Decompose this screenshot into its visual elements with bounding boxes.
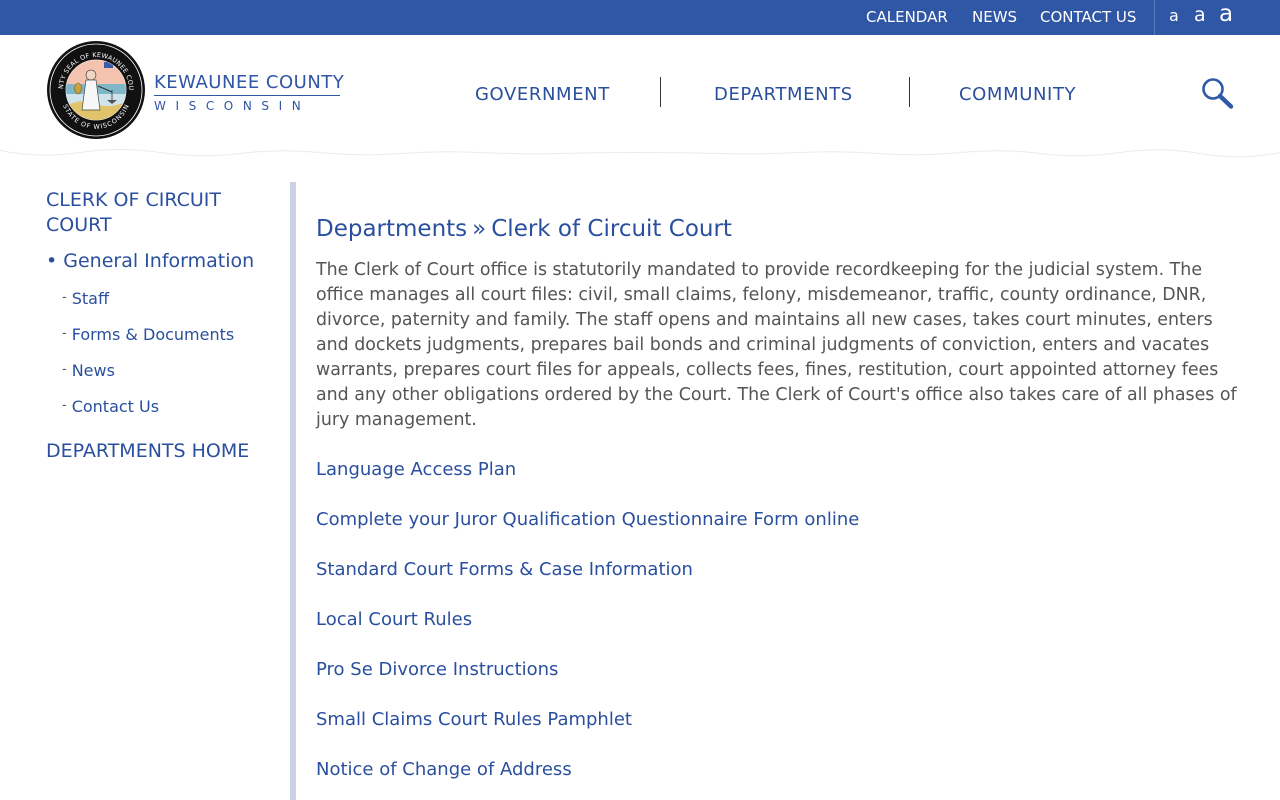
font-size-small-button[interactable]: a (1169, 8, 1179, 24)
brand-name: KEWAUNEE COUNTY (154, 72, 345, 93)
juror-questionnaire-link[interactable]: Complete your Juror Qualification Questi… (316, 508, 859, 532)
breadcrumb: Departments» Clerk of Circuit Court (316, 215, 732, 243)
search-button[interactable] (1200, 77, 1234, 109)
sidebar-item-contact-us[interactable]: - Contact Us (62, 396, 159, 417)
contact-us-link[interactable]: CONTACT US (1040, 8, 1136, 26)
site-brand-link[interactable]: KEWAUNEE COUNTY WISCONSIN (154, 73, 344, 113)
utility-divider (1154, 0, 1155, 35)
nav-divider (660, 77, 661, 107)
sidebar-item-label: General Information (63, 250, 255, 272)
sidebar-item-news[interactable]: - News (62, 360, 115, 381)
nav-government[interactable]: GOVERNMENT (475, 85, 610, 105)
pro-se-divorce-link[interactable]: Pro Se Divorce Instructions (316, 658, 558, 682)
sidebar-item-forms-documents[interactable]: - Forms & Documents (62, 324, 234, 345)
font-size-large-button[interactable]: a (1219, 3, 1233, 26)
sidebar-dash: - (62, 398, 67, 413)
brand-subtitle: WISCONSIN (154, 99, 311, 113)
county-seal-logo[interactable]: COUNTY SEAL OF KEWAUNEE COUNTY STATE OF … (46, 40, 146, 140)
font-size-medium-button[interactable]: a (1194, 6, 1206, 25)
sidebar-dash: - (62, 326, 67, 341)
breadcrumb-separator: » (472, 216, 487, 242)
brand-rule (154, 95, 340, 96)
sidebar-item-label: Contact Us (71, 397, 160, 416)
change-of-address-link[interactable]: Notice of Change of Address (316, 758, 572, 782)
sidebar-item-general-information[interactable]: • General Information (46, 250, 254, 272)
sidebar-dash: - (62, 362, 67, 377)
language-access-plan-link[interactable]: Language Access Plan (316, 458, 516, 482)
sidebar-section-title[interactable]: CLERK OF CIRCUIT COURT (46, 188, 256, 238)
nav-community[interactable]: COMMUNITY (959, 85, 1076, 105)
header-wave-divider (0, 149, 1280, 164)
small-claims-pamphlet-link[interactable]: Small Claims Court Rules Pamphlet (316, 708, 632, 732)
sidebar-dash: - (62, 290, 67, 305)
sidebar-item-label: Forms & Documents (71, 325, 235, 344)
news-link[interactable]: NEWS (972, 8, 1017, 26)
breadcrumb-departments-link[interactable]: Departments (316, 216, 467, 242)
sidebar-item-label: Staff (71, 289, 109, 308)
sidebar-divider (290, 182, 296, 800)
page-title: Clerk of Circuit Court (491, 216, 732, 242)
nav-divider (909, 77, 910, 107)
standard-court-forms-link[interactable]: Standard Court Forms & Case Information (316, 558, 693, 582)
sidebar-bullet: • (46, 250, 58, 272)
utility-bar: CALENDAR NEWS CONTACT US a a a (0, 0, 1280, 35)
nav-departments[interactable]: DEPARTMENTS (714, 85, 853, 105)
sidebar-item-label: News (71, 361, 115, 380)
intro-paragraph: The Clerk of Court office is statutorily… (316, 260, 1237, 430)
sidebar-item-staff[interactable]: - Staff (62, 288, 109, 309)
magnifier-icon (1202, 78, 1234, 109)
calendar-link[interactable]: CALENDAR (866, 8, 948, 26)
local-court-rules-link[interactable]: Local Court Rules (316, 608, 472, 632)
sidebar-departments-home-link[interactable]: DEPARTMENTS HOME (46, 440, 249, 462)
